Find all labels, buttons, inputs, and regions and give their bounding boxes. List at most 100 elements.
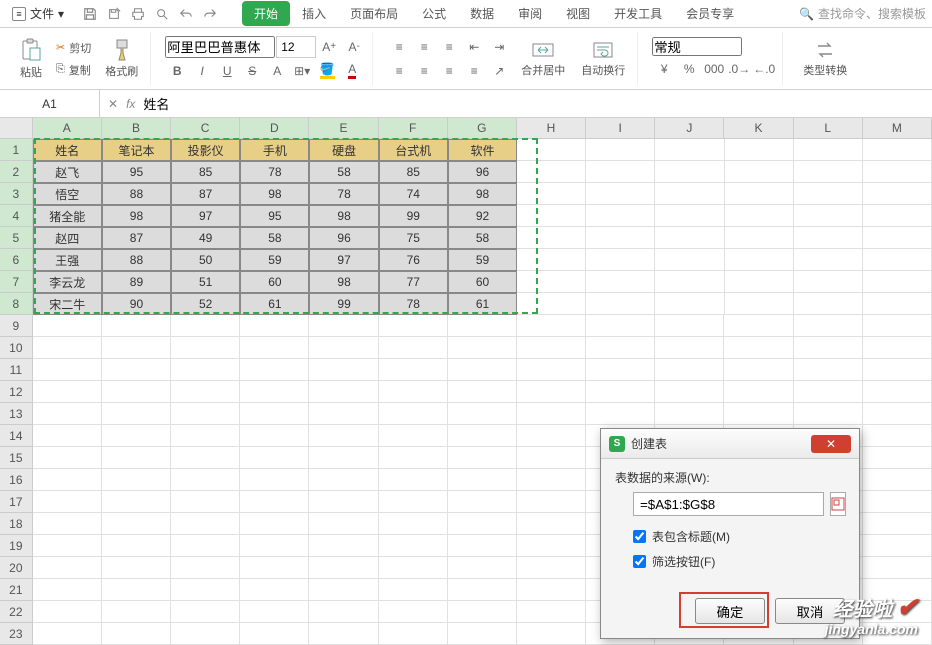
cell[interactable] — [33, 469, 102, 491]
cell[interactable] — [33, 579, 102, 601]
dialog-titlebar[interactable]: S 创建表 ✕ — [601, 429, 859, 459]
cell[interactable] — [586, 183, 655, 205]
cell[interactable] — [33, 403, 102, 425]
cell[interactable] — [794, 139, 863, 161]
cell[interactable] — [655, 359, 724, 381]
cell[interactable] — [794, 337, 863, 359]
cell[interactable] — [33, 337, 102, 359]
cell[interactable] — [33, 623, 102, 645]
cell[interactable] — [725, 271, 794, 293]
cell[interactable] — [725, 227, 794, 249]
file-menu[interactable]: ≡ 文件 ▾ — [6, 3, 70, 24]
cell[interactable] — [586, 403, 655, 425]
cell[interactable] — [448, 623, 517, 645]
cell[interactable] — [171, 425, 240, 447]
cell[interactable] — [586, 271, 655, 293]
cell[interactable] — [102, 403, 171, 425]
search-area[interactable]: 🔍 查找命令、搜索模板 — [799, 5, 926, 22]
tab-formula[interactable]: 公式 — [410, 1, 458, 26]
cell[interactable] — [448, 579, 517, 601]
col-head-K[interactable]: K — [724, 118, 793, 138]
cell[interactable] — [171, 447, 240, 469]
cell[interactable]: 58 — [240, 227, 309, 249]
cell[interactable] — [102, 315, 171, 337]
cell[interactable] — [448, 535, 517, 557]
cell[interactable] — [102, 359, 171, 381]
cell[interactable] — [240, 557, 309, 579]
cell[interactable] — [794, 249, 863, 271]
row-head-5[interactable]: 5 — [0, 227, 33, 249]
cell[interactable] — [240, 601, 309, 623]
decrease-font-icon[interactable]: A- — [342, 36, 366, 58]
cell[interactable] — [725, 205, 794, 227]
cell[interactable] — [517, 601, 586, 623]
cell[interactable] — [725, 139, 794, 161]
cell[interactable]: 78 — [379, 293, 448, 315]
cell[interactable] — [794, 403, 863, 425]
cell[interactable]: 74 — [379, 183, 448, 205]
cell[interactable] — [724, 403, 793, 425]
cell[interactable]: 87 — [102, 227, 171, 249]
cell[interactable] — [309, 491, 378, 513]
border-button[interactable]: ⊞▾ — [290, 60, 314, 82]
cell[interactable]: 王强 — [33, 249, 102, 271]
cell[interactable] — [379, 425, 448, 447]
row-head-1[interactable]: 1 — [0, 139, 33, 161]
cell[interactable]: 88 — [102, 183, 171, 205]
cell[interactable] — [102, 469, 171, 491]
cell[interactable]: 85 — [379, 161, 448, 183]
cell[interactable]: 58 — [448, 227, 517, 249]
cut-button[interactable]: ✂剪切 — [52, 38, 95, 58]
decimal-inc-icon[interactable]: .0→ — [727, 58, 751, 80]
cell[interactable] — [725, 249, 794, 271]
cell[interactable] — [102, 601, 171, 623]
cell[interactable] — [517, 359, 586, 381]
number-format-select[interactable] — [652, 37, 742, 56]
tab-vip[interactable]: 会员专享 — [674, 1, 746, 26]
col-head-B[interactable]: B — [102, 118, 171, 138]
cell[interactable] — [379, 359, 448, 381]
row-head-2[interactable]: 2 — [0, 161, 33, 183]
cell[interactable] — [240, 491, 309, 513]
cell[interactable] — [863, 425, 932, 447]
cell[interactable] — [863, 557, 932, 579]
cell[interactable] — [863, 183, 932, 205]
cell[interactable] — [171, 513, 240, 535]
formula-input[interactable] — [143, 96, 924, 111]
cell[interactable]: 61 — [448, 293, 517, 315]
cell[interactable] — [33, 315, 102, 337]
format-painter-button[interactable]: 格式刷 — [99, 37, 144, 81]
spreadsheet-grid[interactable]: ABCDEFGHIJKLM 1姓名笔记本投影仪手机硬盘台式机软件2赵飞95857… — [0, 118, 932, 645]
cell[interactable] — [240, 535, 309, 557]
cell[interactable] — [586, 337, 655, 359]
align-bottom-icon[interactable]: ≡ — [437, 36, 461, 58]
cell[interactable] — [863, 535, 932, 557]
copy-button[interactable]: ⎘复制 — [52, 60, 95, 80]
cell[interactable] — [33, 557, 102, 579]
cell[interactable]: 61 — [240, 293, 309, 315]
cell[interactable] — [517, 425, 586, 447]
cell[interactable] — [794, 183, 863, 205]
cell[interactable]: 99 — [309, 293, 378, 315]
cell[interactable] — [517, 139, 586, 161]
ok-button[interactable]: 确定 — [695, 598, 765, 624]
cell[interactable] — [794, 271, 863, 293]
cell[interactable] — [655, 337, 724, 359]
cell[interactable] — [33, 535, 102, 557]
cell[interactable] — [655, 205, 724, 227]
cell[interactable] — [33, 491, 102, 513]
cell[interactable] — [102, 623, 171, 645]
cell[interactable] — [863, 381, 932, 403]
cell[interactable] — [102, 557, 171, 579]
align-left-icon[interactable]: ≡ — [387, 60, 411, 82]
row-head-23[interactable]: 23 — [0, 623, 33, 645]
cell[interactable] — [863, 293, 932, 315]
strike-button[interactable]: S — [240, 60, 264, 82]
cell[interactable] — [794, 359, 863, 381]
cell[interactable] — [517, 513, 586, 535]
row-head-21[interactable]: 21 — [0, 579, 33, 601]
cell[interactable] — [33, 425, 102, 447]
cell[interactable] — [309, 425, 378, 447]
cell[interactable] — [309, 557, 378, 579]
align-middle-icon[interactable]: ≡ — [412, 36, 436, 58]
